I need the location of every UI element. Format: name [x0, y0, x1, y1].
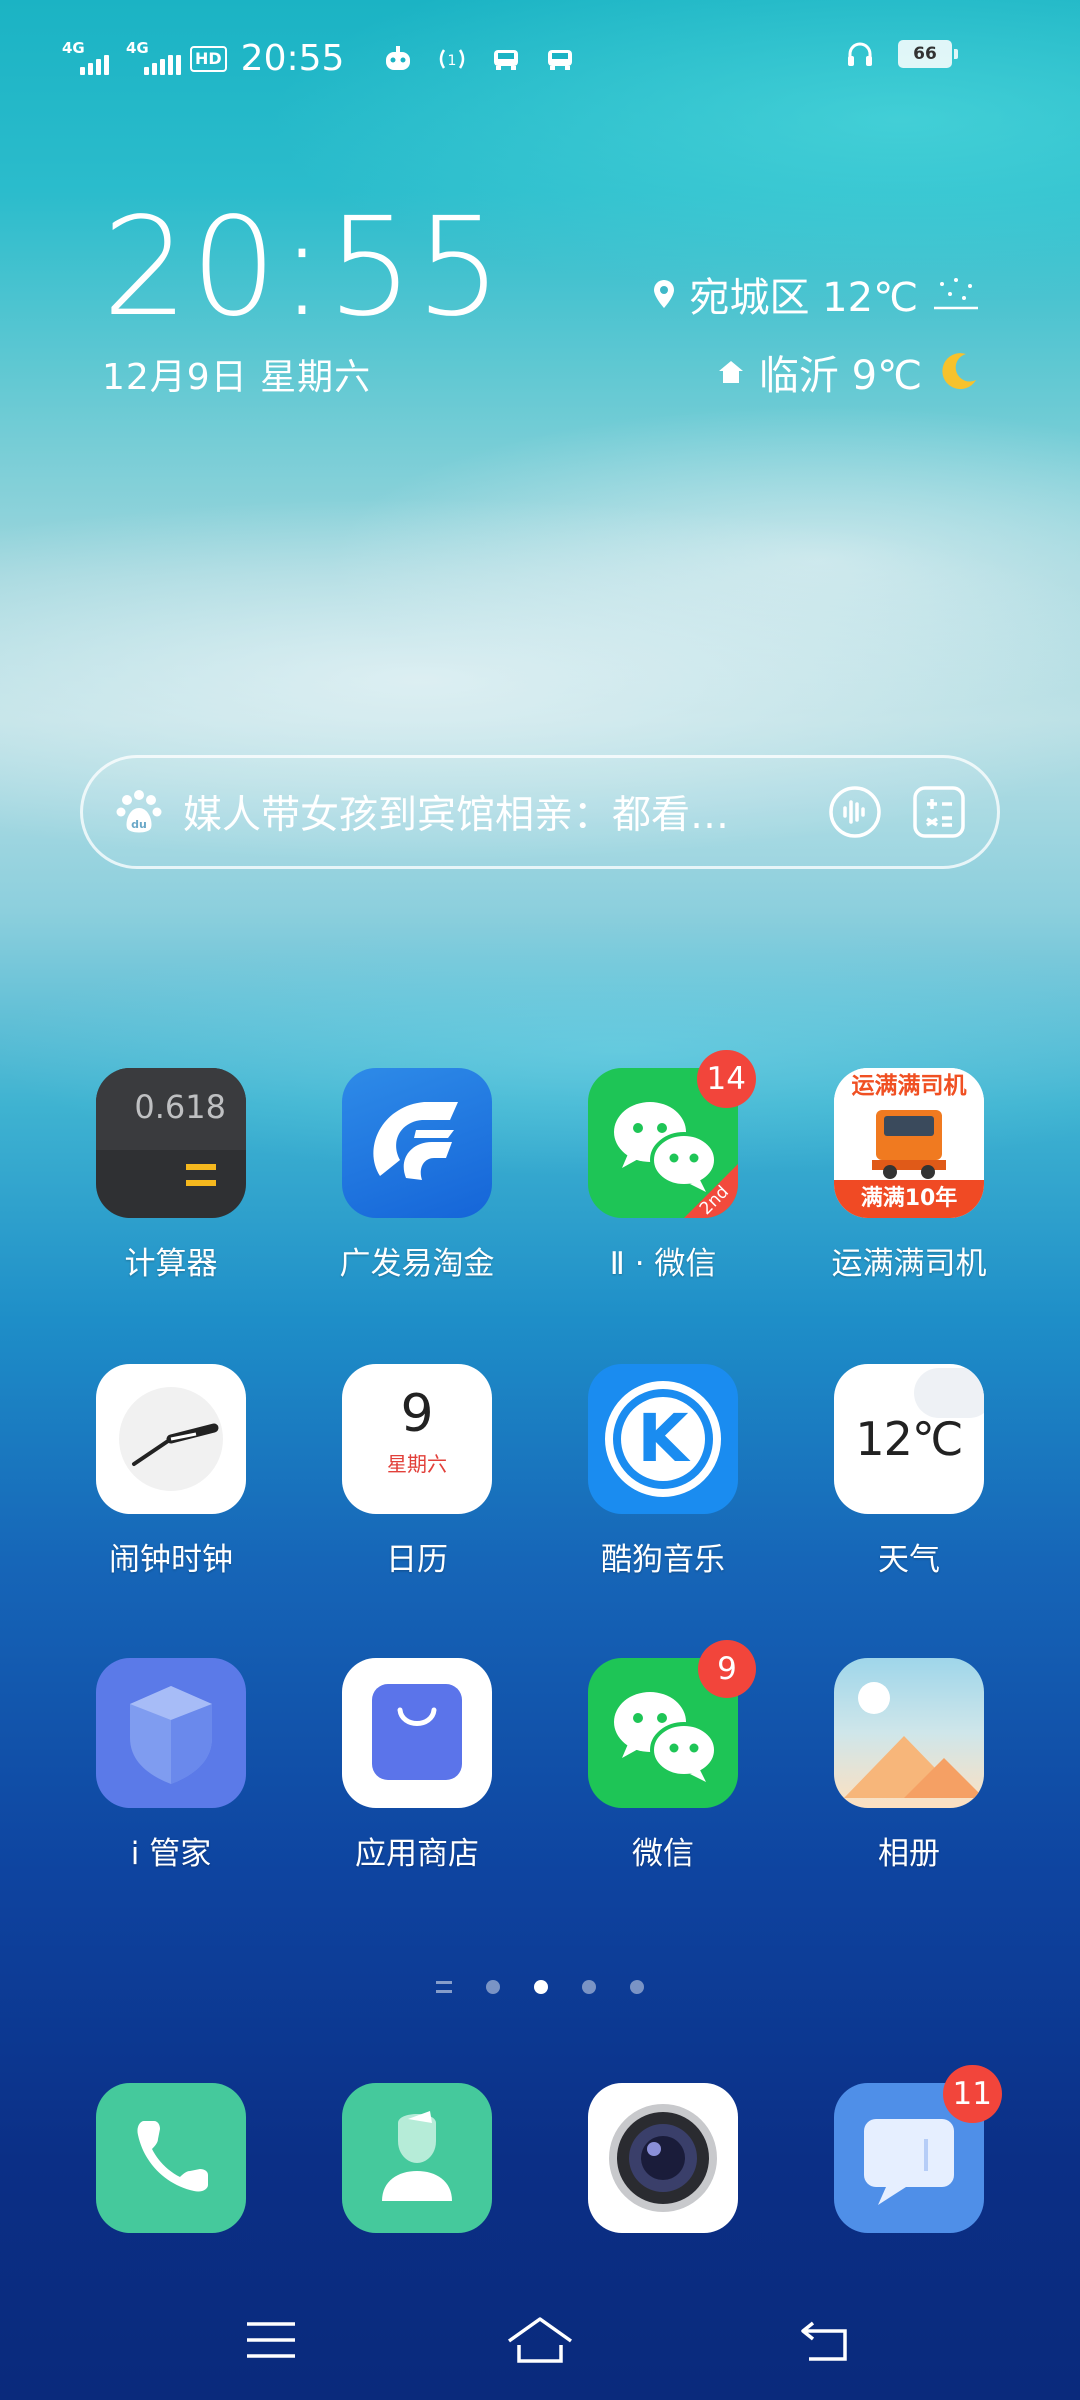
calculator-icon: 0.618: [96, 1068, 246, 1218]
page-dot-active[interactable]: [534, 1980, 548, 1994]
gallery-icon: [834, 1658, 984, 1808]
calculator-display: 0.618: [134, 1088, 226, 1126]
car-icon: [494, 49, 519, 70]
weather-widget[interactable]: 宛城区 12℃ 临沂 9℃: [653, 265, 980, 421]
scan-icon[interactable]: [911, 784, 967, 840]
calendar-weekday: 星期六: [387, 1452, 447, 1476]
app-gallery[interactable]: 相册: [786, 1658, 1032, 1873]
minus-one-screen-indicator[interactable]: [436, 1981, 452, 1993]
signal-icon: 4G: [126, 39, 181, 79]
moon-icon: [942, 353, 976, 390]
svg-text:du: du: [131, 818, 147, 831]
battery-icon: 66: [898, 40, 958, 68]
app-label: 应用商店: [355, 1836, 479, 1872]
robot-icon: [386, 45, 411, 70]
phone-icon: [96, 2083, 246, 2233]
dock-camera[interactable]: [540, 2083, 786, 2233]
menu-icon: [247, 2322, 295, 2358]
app-label: 日历: [386, 1542, 448, 1578]
weather-temp: 12℃: [855, 1412, 963, 1466]
app-label: 计算器: [124, 1246, 218, 1282]
wechat-icon: 9: [588, 1640, 756, 1808]
ymm-bottom-text: 满满10年: [834, 1180, 984, 1218]
widget-time: 20:55: [102, 189, 504, 347]
notification-badge: 9: [698, 1640, 756, 1698]
home-icon: [507, 2317, 573, 2363]
status-time: 20:55: [240, 38, 345, 79]
app-store-icon: [342, 1658, 492, 1808]
headphone-icon: [848, 42, 872, 66]
app-weather[interactable]: 12℃ 天气: [786, 1364, 1032, 1579]
app-label: Ⅱ · 微信: [609, 1246, 717, 1282]
weather-location: 宛城区 12℃: [689, 275, 918, 321]
app-gf-finance[interactable]: 广发易淘金: [294, 1068, 540, 1283]
menu-button[interactable]: [236, 2310, 306, 2370]
app-label: 相册: [878, 1836, 940, 1872]
weather-icon: 12℃: [834, 1364, 984, 1514]
home-button[interactable]: [505, 2310, 575, 2370]
shield-icon: [96, 1658, 246, 1808]
widget-date: 12月9日 星期六: [102, 357, 372, 398]
page-dot[interactable]: [630, 1980, 644, 1994]
hotspot-icon: 1: [440, 48, 465, 69]
app-label: i 管家: [130, 1836, 212, 1872]
app-label: 酷狗音乐: [601, 1542, 725, 1578]
voice-search-icon[interactable]: [827, 784, 883, 840]
notification-badge: 11: [942, 2065, 1002, 2123]
app-label: 闹钟时钟: [109, 1542, 233, 1578]
app-kugou[interactable]: K 酷狗音乐: [540, 1364, 786, 1579]
page-dot[interactable]: [486, 1980, 500, 1994]
ymm-truck-icon: 运满满司机 满满10年: [834, 1068, 984, 1218]
app-label: 广发易淘金: [339, 1246, 495, 1282]
contacts-icon: [342, 2083, 492, 2233]
page-indicator[interactable]: [0, 1980, 1080, 1994]
search-bar[interactable]: du 媒人带女孩到宾馆相亲：都看…: [80, 755, 1000, 869]
wechat-clone-icon: 2nd 14: [588, 1050, 756, 1218]
home-location-icon: [718, 361, 743, 383]
app-calculator[interactable]: 0.618 计算器: [48, 1068, 294, 1283]
notification-badge: 14: [696, 1050, 756, 1108]
app-wechat-clone[interactable]: 2nd 14 Ⅱ · 微信: [540, 1050, 786, 1283]
clock-widget[interactable]: 20:55 12月9日 星期六: [102, 200, 504, 400]
gf-finance-icon: [342, 1068, 492, 1218]
app-label: 微信: [632, 1836, 694, 1872]
status-bar: 4G 4G HD 20:55 1 66: [0, 0, 1080, 120]
app-iguanjia[interactable]: i 管家: [48, 1658, 294, 1873]
kugou-letter: K: [637, 1400, 689, 1477]
baidu-paw-icon: du: [116, 790, 162, 833]
dock-phone[interactable]: [48, 2083, 294, 2233]
app-ymm-driver[interactable]: 运满满司机 满满10年 运满满司机: [786, 1068, 1032, 1283]
hd-voice-icon: HD: [190, 45, 227, 72]
calendar-icon: 9 星期六: [342, 1364, 492, 1514]
location-pin-icon: [654, 280, 675, 308]
app-calendar[interactable]: 9 星期六 日历: [294, 1364, 540, 1579]
signal-icon: 4G: [62, 39, 116, 79]
app-wechat[interactable]: 9 微信: [540, 1640, 786, 1873]
kugou-icon: K: [588, 1364, 738, 1514]
dock-contacts[interactable]: [294, 2083, 540, 2233]
app-label: 运满满司机: [831, 1246, 987, 1282]
messages-icon: 11: [834, 2065, 1002, 2233]
search-hint: 媒人带女孩到宾馆相亲：都看…: [183, 793, 730, 838]
app-clock[interactable]: 闹钟时钟: [48, 1364, 294, 1579]
car-icon: [548, 49, 573, 70]
back-button[interactable]: [790, 2310, 860, 2370]
clock-icon: [96, 1364, 246, 1514]
camera-icon: [588, 2083, 738, 2233]
app-store[interactable]: 应用商店: [294, 1658, 540, 1873]
svg-text:1: 1: [448, 53, 457, 69]
dock-messages[interactable]: 11: [786, 2065, 1032, 2233]
night-clear-icon: [934, 278, 978, 310]
calendar-day: 9: [400, 1384, 434, 1444]
back-icon: [801, 2321, 847, 2361]
app-label: 天气: [878, 1542, 940, 1578]
weather-home: 临沂 9℃: [758, 353, 922, 399]
page-dot[interactable]: [582, 1980, 596, 1994]
navigation-bar: [0, 2300, 1080, 2380]
